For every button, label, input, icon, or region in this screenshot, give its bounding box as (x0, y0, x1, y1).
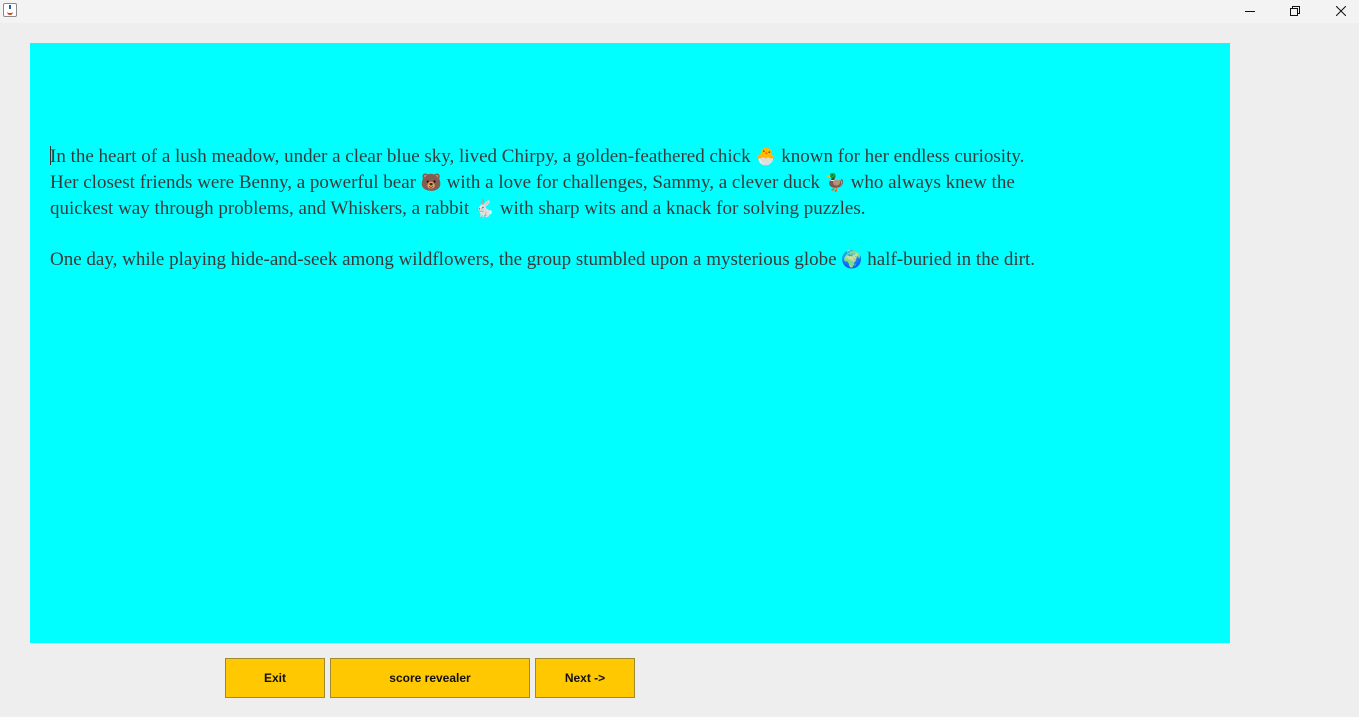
story-text-segment: with sharp wits and a knack for solving … (495, 198, 866, 219)
story-text-segment: with a love for challenges, Sammy, a cle… (441, 172, 825, 193)
java-icon[interactable] (3, 3, 17, 17)
story-text-segment: half-buried in the dirt. (862, 249, 1036, 270)
app-window: In the heart of a lush meadow, under a c… (0, 0, 1359, 717)
story-text[interactable]: In the heart of a lush meadow, under a c… (50, 144, 1050, 298)
score-revealer-button[interactable]: score revealer (330, 658, 530, 698)
rabbit-icon: 🐇 (473, 199, 496, 219)
story-text-segment: One day, while playing hide-and-seek amo… (50, 249, 842, 270)
story-paragraph-2: One day, while playing hide-and-seek amo… (50, 247, 1050, 273)
close-button[interactable] (1318, 0, 1359, 22)
story-paragraph-1: In the heart of a lush meadow, under a c… (50, 144, 1050, 222)
chick-icon: 🐣 (755, 147, 777, 167)
next-button[interactable]: Next -> (535, 658, 635, 698)
restore-icon (1290, 6, 1300, 16)
minimize-icon (1245, 11, 1255, 12)
story-text-segment: In the heart of a lush meadow, under a c… (50, 146, 756, 167)
bear-icon: 🐻 (420, 173, 442, 193)
restore-button[interactable] (1272, 0, 1318, 22)
title-bar (0, 0, 1359, 23)
globe-icon: 🌍 (841, 250, 863, 270)
minimize-button[interactable] (1227, 0, 1273, 22)
story-text-area[interactable]: In the heart of a lush meadow, under a c… (30, 43, 1230, 643)
close-icon (1336, 6, 1346, 16)
exit-button[interactable]: Exit (225, 658, 325, 698)
duck-icon: 🦆 (824, 173, 846, 193)
